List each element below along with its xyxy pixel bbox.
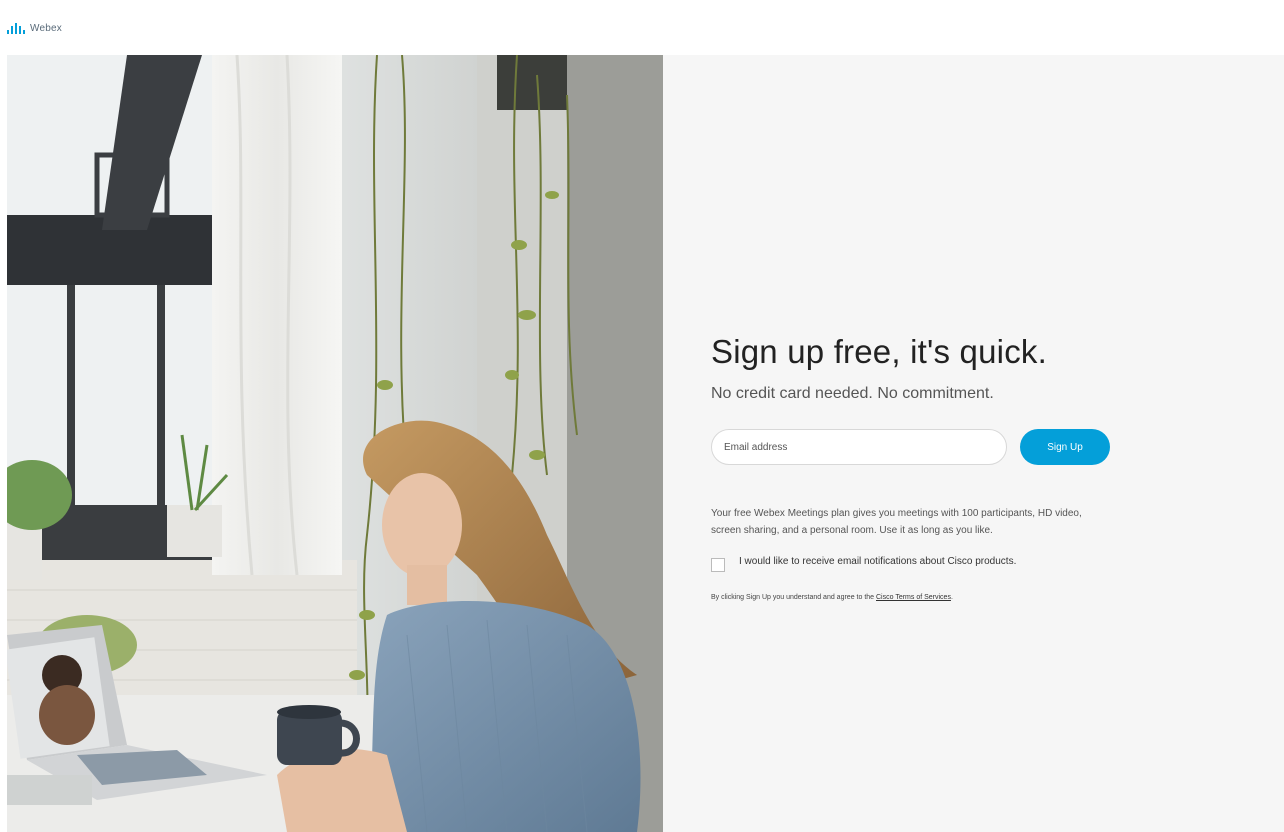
brand-name: Webex <box>30 22 62 34</box>
top-bar: Webex <box>0 0 1284 55</box>
email-input[interactable] <box>711 429 1007 465</box>
signup-panel: Sign up free, it's quick. No credit card… <box>663 55 1284 832</box>
signup-form-container: Sign up free, it's quick. No credit card… <box>711 333 1121 601</box>
terms-of-service-link[interactable]: Cisco Terms of Services <box>876 594 951 601</box>
email-notifications-row: I would like to receive email notificati… <box>711 555 1121 572</box>
terms-suffix: . <box>950 594 953 601</box>
hero-image <box>7 55 663 832</box>
plan-description: Your free Webex Meetings plan gives you … <box>711 508 1082 536</box>
hero-photo-illustration <box>7 55 663 832</box>
email-notifications-label[interactable]: I would like to receive email notificati… <box>735 555 1075 569</box>
email-notifications-checkbox[interactable] <box>711 558 725 572</box>
terms-prefix: By clicking Sign Up you understand and a… <box>711 594 876 601</box>
signup-headline: Sign up free, it's quick. <box>711 333 1047 370</box>
terms-notice: By clicking Sign Up you understand and a… <box>711 594 1121 601</box>
webex-logo[interactable]: Webex <box>7 17 62 39</box>
cisco-logo-icon <box>7 22 25 34</box>
signup-subheadline: No credit card needed. No commitment. <box>711 385 994 402</box>
sign-up-button[interactable]: Sign Up <box>1020 429 1110 465</box>
signup-form: Sign Up <box>711 429 1121 465</box>
